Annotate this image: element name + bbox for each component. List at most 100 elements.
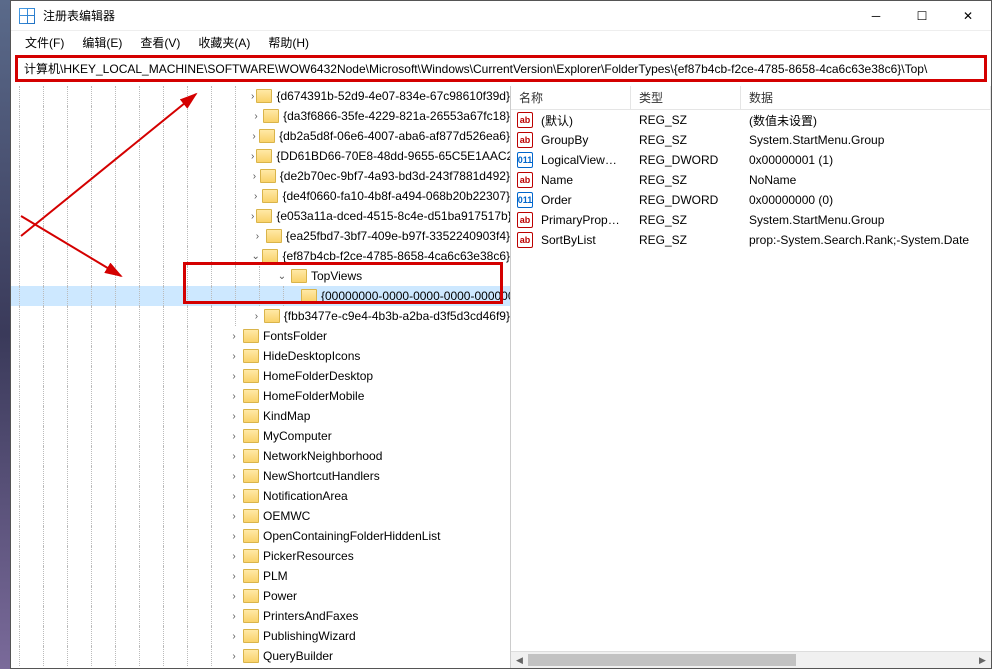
- tree-item-guid[interactable]: ›{d674391b-52d9-4e07-834e-67c98610f39d}: [11, 86, 510, 106]
- col-header-data[interactable]: 数据: [741, 86, 991, 109]
- expander-icon[interactable]: ›: [227, 591, 241, 602]
- horizontal-scrollbar[interactable]: ◀ ▶: [511, 651, 991, 668]
- expander-icon[interactable]: ›: [227, 631, 241, 642]
- value-row[interactable]: ab(默认)REG_SZ(数值未设置): [511, 110, 991, 130]
- maximize-button[interactable]: ☐: [899, 1, 945, 30]
- tree-item[interactable]: ›PublishingWizard: [11, 626, 510, 646]
- expander-icon[interactable]: ›: [227, 611, 241, 622]
- tree-item-label: {e053a11a-dced-4515-8c4e-d51ba917517b}: [276, 209, 510, 223]
- value-row[interactable]: 011OrderREG_DWORD0x00000000 (0): [511, 190, 991, 210]
- tree-item[interactable]: ›HideDesktopIcons: [11, 346, 510, 366]
- tree-item[interactable]: ›NetworkNeighborhood: [11, 446, 510, 466]
- tree-item[interactable]: › OEMWC: [11, 506, 510, 526]
- expander-icon[interactable]: ›: [251, 191, 260, 202]
- tree-item[interactable]: ›Power: [11, 586, 510, 606]
- tree-item[interactable]: ›NotificationArea: [11, 486, 510, 506]
- tree-item-guid[interactable]: ›{ea25fbd7-3bf7-409e-b97f-3352240903f4}: [11, 226, 510, 246]
- value-name: Name: [533, 173, 631, 187]
- menu-edit[interactable]: 编辑(E): [74, 32, 130, 53]
- tree-item-label: {da3f6866-35fe-4229-821a-26553a67fc18}: [283, 109, 510, 123]
- expander-icon[interactable]: ›: [251, 311, 262, 322]
- col-header-type[interactable]: 类型: [631, 86, 741, 109]
- expander-icon[interactable]: ›: [227, 351, 241, 362]
- expander-icon[interactable]: ›: [227, 571, 241, 582]
- value-row[interactable]: abPrimaryPropertyREG_SZSystem.StartMenu.…: [511, 210, 991, 230]
- tree-item-topviews[interactable]: ⌄TopViews: [11, 266, 510, 286]
- tree-item[interactable]: ›PrintersAndFaxes: [11, 606, 510, 626]
- expander-icon[interactable]: ›: [251, 111, 261, 122]
- col-header-name[interactable]: 名称: [511, 86, 631, 109]
- value-row[interactable]: 011LogicalViewM...REG_DWORD0x00000001 (1…: [511, 150, 991, 170]
- folder-icon: [243, 589, 259, 603]
- tree-item[interactable]: ›NewShortcutHandlers: [11, 466, 510, 486]
- menu-favorites[interactable]: 收藏夹(A): [190, 32, 258, 53]
- tree-item[interactable]: ›OpenContainingFolderHiddenList: [11, 526, 510, 546]
- menu-file[interactable]: 文件(F): [17, 32, 72, 53]
- tree-item-guid[interactable]: › {da3f6866-35fe-4229-821a-26553a67fc18}: [11, 106, 510, 126]
- tree-item[interactable]: ›KindMap: [11, 406, 510, 426]
- expander-icon[interactable]: ⌄: [251, 251, 260, 262]
- scroll-thumb[interactable]: [528, 654, 796, 666]
- expander-icon[interactable]: ›: [227, 551, 241, 562]
- tree-pane[interactable]: ›{d674391b-52d9-4e07-834e-67c98610f39d}›…: [11, 86, 511, 668]
- value-name: Order: [533, 193, 631, 207]
- tree-item-guid[interactable]: ›{de4f0660-fa10-4b8f-a494-068b20b22307}: [11, 186, 510, 206]
- tree-item[interactable]: › PLM: [11, 566, 510, 586]
- address-bar[interactable]: 计算机\HKEY_LOCAL_MACHINE\SOFTWARE\WOW6432N…: [15, 55, 987, 82]
- expander-icon[interactable]: ⌄: [275, 271, 289, 282]
- folder-icon: [243, 629, 259, 643]
- value-name: (默认): [533, 112, 631, 129]
- expander-icon[interactable]: ›: [251, 171, 258, 182]
- tree-item-label: PLM: [263, 569, 288, 583]
- expander-icon[interactable]: ›: [227, 451, 241, 462]
- values-pane[interactable]: 名称 类型 数据 ab(默认)REG_SZ(数值未设置)abGroupByREG…: [511, 86, 991, 668]
- value-row[interactable]: abNameREG_SZNoName: [511, 170, 991, 190]
- scroll-right-button[interactable]: ▶: [974, 652, 991, 668]
- tree-item[interactable]: ›HomeFolderMobile: [11, 386, 510, 406]
- menu-help[interactable]: 帮助(H): [260, 32, 317, 53]
- expander-icon[interactable]: ›: [227, 651, 241, 662]
- tree-item[interactable]: › HomeFolderDesktop: [11, 366, 510, 386]
- expander-icon[interactable]: ›: [251, 231, 264, 242]
- tree-item-label: OEMWC: [263, 509, 310, 523]
- tree-item[interactable]: ›QueryBuilder: [11, 646, 510, 666]
- value-type: REG_SZ: [631, 173, 741, 187]
- tree-item-guid[interactable]: › {e053a11a-dced-4515-8c4e-d51ba917517b}: [11, 206, 510, 226]
- scroll-track[interactable]: [528, 652, 974, 668]
- expander-icon[interactable]: ›: [227, 411, 241, 422]
- scroll-left-button[interactable]: ◀: [511, 652, 528, 668]
- regedit-icon: [19, 8, 35, 24]
- expander-icon[interactable]: ›: [251, 91, 254, 102]
- tree-item-guid[interactable]: ⌄{ef87b4cb-f2ce-4785-8658-4ca6c63e38c6}: [11, 246, 510, 266]
- tree-item-label: HomeFolderDesktop: [263, 369, 373, 383]
- tree-item-guid[interactable]: ›{fbb3477e-c9e4-4b3b-a2ba-d3f5d3cd46f9}: [11, 306, 510, 326]
- tree-item[interactable]: ›FontsFolder: [11, 326, 510, 346]
- expander-icon[interactable]: ›: [227, 391, 241, 402]
- tree-item[interactable]: ›MyComputer: [11, 426, 510, 446]
- value-row[interactable]: abGroupByREG_SZSystem.StartMenu.Group: [511, 130, 991, 150]
- tree-item-selected-guid[interactable]: {00000000-0000-0000-0000-000000000000}: [11, 286, 510, 306]
- list-header[interactable]: 名称 类型 数据: [511, 86, 991, 110]
- expander-icon[interactable]: ›: [251, 131, 257, 142]
- tree-item[interactable]: ›PickerResources: [11, 546, 510, 566]
- menu-view[interactable]: 查看(V): [132, 32, 188, 53]
- value-name: GroupBy: [533, 133, 631, 147]
- background-strip: [0, 0, 10, 669]
- expander-icon[interactable]: ›: [227, 371, 241, 382]
- minimize-button[interactable]: ─: [853, 1, 899, 30]
- tree-item-guid[interactable]: ›{db2a5d8f-06e6-4007-aba6-af877d526ea6}: [11, 126, 510, 146]
- value-row[interactable]: abSortByListREG_SZprop:-System.Search.Ra…: [511, 230, 991, 250]
- expander-icon[interactable]: ›: [227, 331, 241, 342]
- close-button[interactable]: ✕: [945, 1, 991, 30]
- expander-icon[interactable]: ›: [227, 431, 241, 442]
- expander-icon[interactable]: ›: [227, 491, 241, 502]
- tree-item-guid[interactable]: ›{DD61BD66-70E8-48dd-9655-65C5E1AAC2D1}: [11, 146, 510, 166]
- expander-icon[interactable]: ›: [227, 531, 241, 542]
- expander-icon[interactable]: ›: [227, 511, 241, 522]
- expander-icon[interactable]: ›: [251, 211, 254, 222]
- window-title: 注册表编辑器: [43, 7, 853, 24]
- expander-icon[interactable]: ›: [251, 151, 254, 162]
- titlebar[interactable]: 注册表编辑器 ─ ☐ ✕: [11, 1, 991, 31]
- expander-icon[interactable]: ›: [227, 471, 241, 482]
- tree-item-guid[interactable]: ›{de2b70ec-9bf7-4a93-bd3d-243f7881d492}: [11, 166, 510, 186]
